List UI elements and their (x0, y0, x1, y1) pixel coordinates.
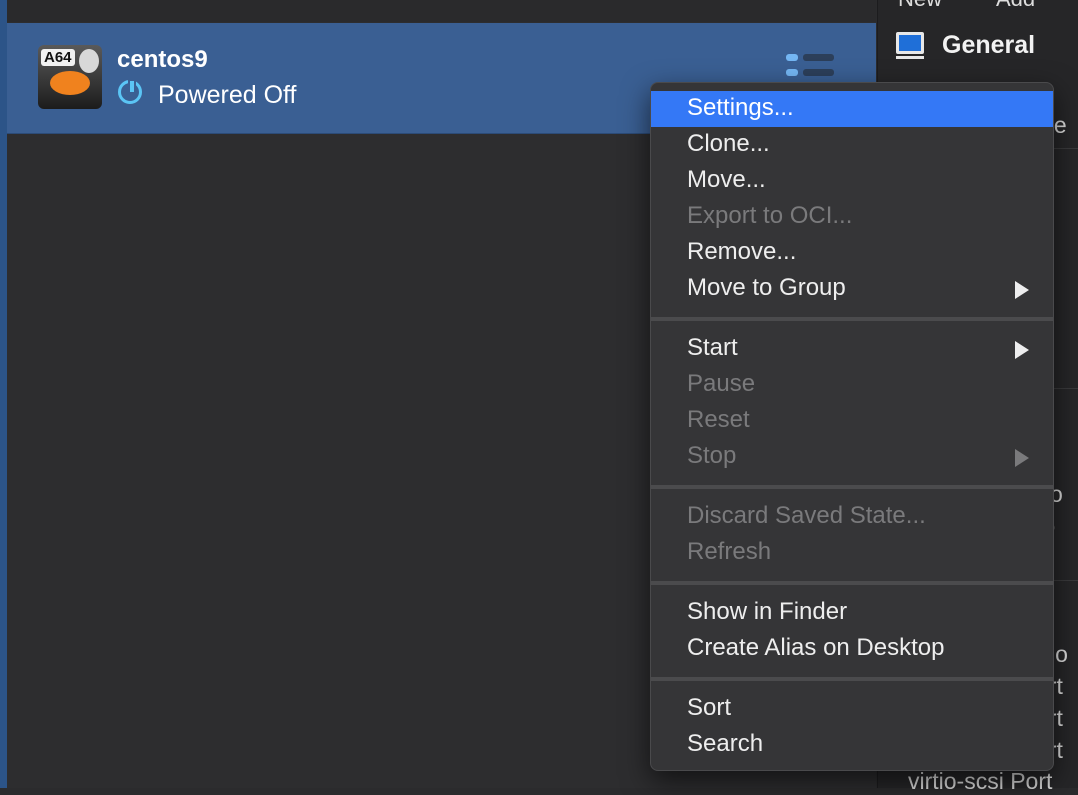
menu-item-label: Settings... (687, 94, 794, 121)
menu-item-settings[interactable]: Settings... (651, 91, 1053, 127)
menu-separator (651, 677, 1053, 681)
menu-item-pause: Pause (651, 367, 1053, 403)
submenu-arrow-icon (1015, 449, 1029, 467)
menu-item-label: Start (687, 334, 738, 361)
menu-item-create-alias[interactable]: Create Alias on Desktop (651, 631, 1053, 667)
menu-separator (651, 317, 1053, 321)
vm-context-menu: Settings... Clone... Move... Export to O… (650, 82, 1054, 771)
menu-item-sort[interactable]: Sort (651, 691, 1053, 727)
vm-name: centos9 (117, 46, 208, 73)
menu-item-discard-saved-state: Discard Saved State... (651, 499, 1053, 535)
penguin-head (79, 49, 99, 73)
power-icon (118, 79, 142, 104)
linux-penguin-icon: A64 (38, 45, 102, 109)
os-arch-badge: A64 (41, 49, 75, 66)
menu-item-label: Stop (687, 442, 737, 469)
toolbar-strip (7, 0, 876, 22)
menu-item-label: Search (687, 730, 764, 757)
vm-state: Powered Off (158, 81, 297, 109)
menu-item-label: Pause (687, 370, 756, 397)
list-icon[interactable] (786, 54, 834, 84)
menu-item-export-to-oci: Export to OCI... (651, 199, 1053, 235)
toolbar-new-button[interactable]: New (898, 0, 942, 12)
menu-item-label: Sort (687, 694, 732, 721)
menu-item-label: Clone... (687, 130, 770, 157)
monitor-icon (896, 32, 924, 59)
menu-item-label: Move to Group (687, 274, 846, 301)
menu-item-label: Remove... (687, 238, 797, 265)
menu-item-refresh: Refresh (651, 535, 1053, 571)
window-left-edge (0, 0, 7, 788)
menu-item-clone[interactable]: Clone... (651, 127, 1053, 163)
menu-separator (651, 485, 1053, 489)
menu-item-label: Refresh (687, 538, 772, 565)
section-title-general: General (942, 31, 1036, 59)
menu-item-stop: Stop (651, 439, 1053, 475)
detail-text-fragment: virtio-scsi Port (908, 768, 1053, 794)
menu-item-label: Export to OCI... (687, 202, 853, 229)
menu-item-show-in-finder[interactable]: Show in Finder (651, 595, 1053, 631)
menu-item-label: Move... (687, 166, 766, 193)
menu-item-label: Reset (687, 406, 750, 433)
menu-item-label: Show in Finder (687, 598, 848, 625)
menu-item-label: Create Alias on Desktop (687, 634, 945, 661)
menu-item-label: Discard Saved State... (687, 502, 926, 529)
toolbar-add-button[interactable]: Add (996, 0, 1035, 12)
menu-item-reset: Reset (651, 403, 1053, 439)
menu-item-remove[interactable]: Remove... (651, 235, 1053, 271)
penguin-beak (50, 71, 90, 95)
menu-item-move-to-group[interactable]: Move to Group (651, 271, 1053, 307)
menu-item-move[interactable]: Move... (651, 163, 1053, 199)
menu-item-search[interactable]: Search (651, 727, 1053, 763)
submenu-arrow-icon (1015, 281, 1029, 299)
menu-item-start[interactable]: Start (651, 331, 1053, 367)
submenu-arrow-icon (1015, 341, 1029, 359)
menu-separator (651, 581, 1053, 585)
